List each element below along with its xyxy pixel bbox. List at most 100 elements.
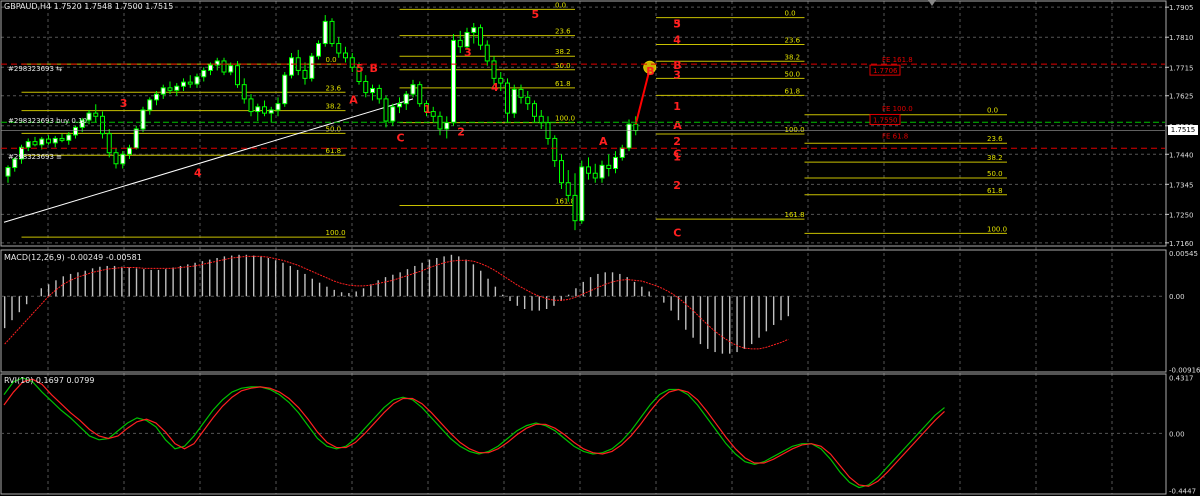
- candle-body: [559, 160, 564, 184]
- wave-label: C: [397, 132, 405, 145]
- candle-body: [167, 87, 173, 91]
- wave-label: C: [673, 227, 681, 240]
- candle-body: [376, 87, 382, 100]
- wave-label: 3: [673, 68, 681, 81]
- candle-body: [66, 134, 72, 141]
- candle-body: [370, 87, 375, 94]
- candle-body: [302, 69, 308, 79]
- candle-body: [336, 43, 342, 54]
- candle-body: [262, 106, 267, 114]
- order-label-1[interactable]: #298323693 ⇆: [8, 65, 62, 73]
- fib-level-label: 23.6: [326, 84, 342, 92]
- candle-body: [5, 167, 11, 177]
- candle-body: [100, 115, 105, 135]
- price-tick-label: 1.7715: [1169, 64, 1194, 72]
- fe-level-label: FE 100.0: [882, 105, 913, 113]
- candle-body: [511, 88, 517, 114]
- candle-body: [275, 103, 281, 111]
- candle-body: [613, 156, 618, 169]
- candle-body: [208, 64, 213, 71]
- price-tick-label: 1.7905: [1169, 4, 1194, 12]
- fib-level-label: 100.0: [555, 115, 575, 123]
- candle-body: [397, 103, 402, 108]
- candle-body: [228, 65, 234, 73]
- candle-body: [633, 123, 639, 132]
- fib-level-label: 100.0: [785, 126, 805, 134]
- wave-label: A: [673, 119, 682, 132]
- candle-body: [289, 57, 294, 76]
- order-label-buy[interactable]: #298323693 buy 0.10: [8, 117, 87, 125]
- wave-label: 4: [673, 34, 681, 47]
- candle-body: [586, 166, 591, 174]
- candle-body: [505, 82, 510, 114]
- candle-body: [32, 141, 38, 146]
- candle-body: [309, 55, 315, 79]
- candle-body: [181, 81, 186, 87]
- candle-body: [417, 84, 423, 105]
- rvi-pane: 0.4317 0.00 -0.4447: [1, 375, 1196, 496]
- candle-body: [93, 112, 99, 117]
- candle-body: [113, 152, 119, 165]
- candle-body: [59, 137, 65, 141]
- wave-label: 3: [120, 97, 128, 110]
- candle-body: [491, 60, 497, 79]
- candle-body: [282, 74, 288, 105]
- candle-body: [255, 106, 261, 113]
- wave-label: 4: [194, 166, 202, 179]
- candle-body: [39, 138, 45, 146]
- candle-body: [241, 84, 247, 100]
- chart-shift-handle[interactable]: [928, 0, 936, 6]
- candle-body: [518, 88, 524, 98]
- wave-label: B: [646, 65, 654, 78]
- fib-level-label: 0.0: [326, 56, 337, 64]
- candle-body: [322, 20, 328, 45]
- wave-label: 1: [424, 103, 432, 116]
- candle-body: [478, 27, 483, 46]
- rvi-main-line: [3, 377, 945, 489]
- fib-level-label: 38.2: [785, 53, 801, 61]
- fib-level-label: 61.8: [987, 187, 1003, 195]
- macd-tick-label: 0.00545: [1169, 250, 1198, 258]
- candle-body: [572, 194, 578, 222]
- wave-label: A: [599, 135, 608, 148]
- fib-level-label: 50.0: [987, 170, 1003, 178]
- fib-level-label: 50.0: [326, 125, 342, 133]
- candle-body: [268, 109, 274, 114]
- candle-body: [133, 128, 139, 149]
- pane-border: [0, 373, 1167, 495]
- wave-label: 3: [464, 46, 472, 59]
- candle-body: [235, 65, 240, 86]
- candle-body: [579, 166, 585, 222]
- candle-body: [127, 147, 132, 155]
- fib-level-label: 161.8: [555, 198, 575, 206]
- fe-level-label: FE 161.8: [882, 56, 913, 64]
- candle-body: [390, 106, 396, 122]
- candle-body: [457, 39, 463, 48]
- fib-level-label: 61.8: [555, 80, 571, 88]
- candle-body: [403, 93, 409, 105]
- candle-body: [147, 99, 153, 111]
- rvi-tick-label: 0.4317: [1169, 375, 1194, 383]
- fib-level-label: 38.2: [987, 154, 1003, 162]
- fib-level-label: 0.0: [987, 107, 998, 115]
- candle-body: [160, 87, 166, 95]
- candle-body: [329, 20, 335, 45]
- candle-body: [86, 112, 92, 121]
- candle-body: [464, 31, 470, 48]
- fib-level-label: 23.6: [987, 135, 1003, 143]
- rvi-title: RVI(10) 0.1697 0.0799: [4, 376, 95, 385]
- candle-body: [25, 141, 31, 148]
- current-price-badge: 1.7515: [1168, 125, 1198, 135]
- wave-labels: 34A5 BC12345AB1C2345BA12C3: [120, 8, 683, 239]
- order-label-3[interactable]: #298323693 ≡: [8, 153, 62, 161]
- candle-body: [552, 137, 558, 162]
- fe-level-label: FE 61.8: [882, 133, 908, 141]
- candle-body: [174, 85, 180, 91]
- candle-body: [592, 172, 598, 179]
- price-tick-label: 1.7625: [1169, 93, 1194, 101]
- candle-body: [349, 57, 355, 68]
- wave-label: A: [349, 94, 358, 107]
- price-tick-label: 1.7345: [1169, 181, 1194, 189]
- candle-body: [248, 98, 254, 113]
- wave-label: 4: [491, 81, 499, 94]
